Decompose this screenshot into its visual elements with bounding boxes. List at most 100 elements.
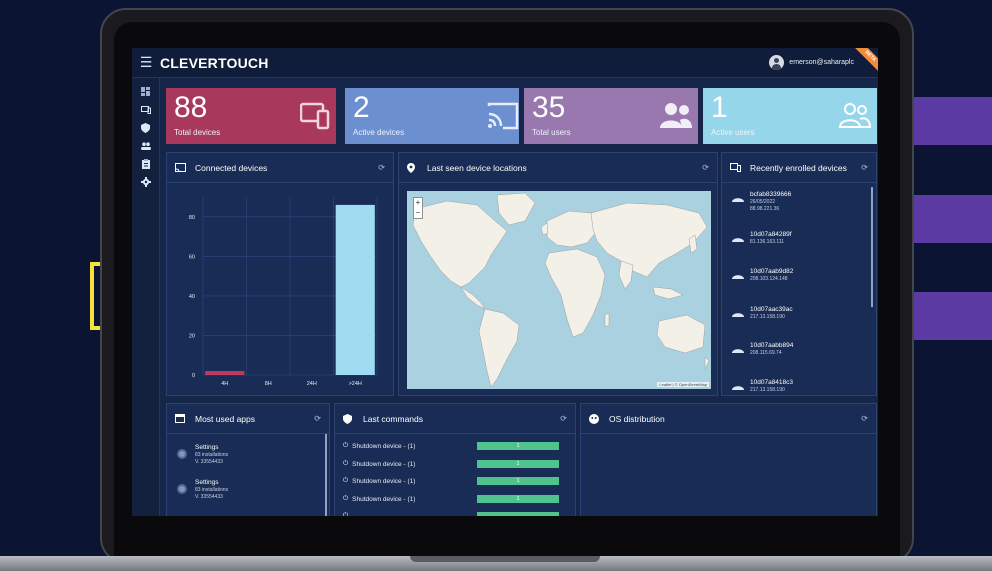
app-window-icon [175,414,189,423]
list-item[interactable]: Settings 83 installations V. 33554433 [177,479,228,500]
settings-icon [140,176,151,187]
list-item[interactable]: Settings 83 installations V. 33554433 [177,444,228,465]
refresh-icon[interactable]: ⟳ [861,163,868,172]
stat-label: Active users [711,128,755,137]
settings-app-icon [177,449,187,459]
app-installs: 83 installations [195,452,229,458]
avatar[interactable] [769,55,785,70]
refresh-icon[interactable]: ⟳ [378,163,385,172]
refresh-icon[interactable]: ⟳ [861,414,868,423]
device-id: 10d07a84289f [750,231,792,238]
x-tick-label: >24H [349,381,362,387]
dashboard-icon [141,87,150,97]
map-pin-icon [407,162,421,173]
sidebar-item-settings[interactable] [132,174,159,189]
power-icon: ⏻ [343,495,349,502]
stat-label: Total devices [174,128,221,137]
command-count-bar: 1 [477,442,559,450]
panel-title: Last commands [363,413,423,424]
panel-title: Connected devices [195,162,268,173]
menu-icon[interactable]: ☰ [132,54,160,71]
stat-card-total-devices[interactable]: 88 Total devices [166,88,336,144]
sidebar [132,78,160,516]
stat-value: 88 [174,91,208,124]
x-tick-label: 4H [221,381,228,387]
stat-value: 35 [532,91,566,124]
list-item[interactable]: bcfab8339666 26/05/2022 88.98.221.36 [732,191,791,213]
connected-devices-panel: Connected devices ⟳ 0 20 40 60 80 4H 8H 24H >24H [166,152,394,396]
panel-title: OS distribution [609,413,665,424]
command-count-bar: 1 [477,495,559,503]
command-row[interactable]: ⏻ Shutdown device - (1) 1 [343,495,563,503]
os-distribution-panel: OS distribution ⟳ [580,403,877,516]
command-label: Shutdown device - (1) [352,442,416,450]
list-item[interactable]: 10d07aabb894 208.115.69.74 [732,342,793,357]
device-id: bcfab8339666 [750,191,792,198]
stat-label: Active devices [353,128,405,137]
scrollbar[interactable] [325,434,327,516]
panel-title: Recently enrolled devices [750,162,847,173]
scrollbar[interactable] [871,187,873,307]
app-name: Settings [195,479,219,486]
stat-value: 1 [711,91,728,124]
list-item[interactable]: 10d07aab9d82 208.103.124.148 [732,268,793,283]
x-tick-label: 24H [307,381,317,387]
y-tick-label: 60 [189,254,195,260]
connected-devices-chart: 0 20 40 60 80 4H 8H 24H >24H [189,197,378,387]
command-row[interactable]: ⏻ Shutdown device - (1) 1 [343,442,563,450]
power-icon: ⏻ [343,442,349,449]
sidebar-item-devices[interactable] [132,102,159,117]
app-installs: 83 installations [195,487,229,493]
y-tick-label: 20 [189,333,195,339]
shield-icon [141,122,150,133]
brand-logo: CLEVERTOUCH [160,54,269,71]
user-menu[interactable]: emerson@saharaplc [769,55,854,70]
device-ip: 217.13.158.190 [750,314,785,320]
command-row[interactable]: ⏻ [343,512,563,516]
command-row[interactable]: ⏻ Shutdown device - (1) 1 [343,477,563,485]
stat-card-total-users[interactable]: 35 Total users [524,88,698,144]
panel-header: Recently enrolled devices ⟳ [722,153,876,183]
stat-card-active-users[interactable]: 1 Active users [703,88,877,144]
top-bar: ☰ CLEVERTOUCH emerson@saharaplc BETA [132,48,878,78]
decorative-bar [912,97,992,145]
y-tick-label: 40 [189,294,195,300]
zoom-in-button[interactable]: + [414,198,422,208]
list-item[interactable]: 10d07aac39ac 217.13.158.190 [732,306,793,321]
command-row[interactable]: ⏻ Shutdown device - (1) 1 [343,460,563,468]
command-count-bar [477,512,559,516]
stat-value: 2 [353,91,370,124]
device-date: 26/05/2022 [750,199,776,205]
map-attribution[interactable]: Leaflet | © OpenStreetMap [657,382,709,387]
most-used-apps-panel: Most used apps ⟳ Settings 83 installation… [166,403,330,516]
x-tick-label: 8H [265,381,272,387]
users-outline-icon [839,103,871,128]
device-id: 10d07aac39ac [750,306,793,313]
users-icon [140,142,151,150]
refresh-icon[interactable]: ⟳ [314,414,321,423]
device-id: 10d07a8418c3 [750,379,794,386]
stat-card-active-devices[interactable]: 2 Active devices [345,88,519,144]
panel-header: OS distribution ⟳ [581,404,876,434]
panel-header: Connected devices ⟳ [167,153,393,183]
sidebar-item-reports[interactable] [132,156,159,171]
refresh-icon[interactable]: ⟳ [560,414,567,423]
settings-app-icon [177,484,187,494]
world-map[interactable]: + − Leaflet | © OpenStreetMap [407,191,711,389]
zoom-out-button[interactable]: − [414,208,422,218]
list-item[interactable]: 10d07a8418c3 217.13.158.190 [732,379,793,394]
devices-icon [730,163,744,172]
list-item[interactable]: 10d07a84289f 81.136.163.111 [732,231,792,246]
device-id: 10d07aab9d82 [750,268,794,275]
cast-icon [175,163,189,172]
sidebar-item-users[interactable] [132,138,159,153]
device-ip: 217.13.158.190 [750,387,785,393]
cast-icon [487,102,519,130]
username[interactable]: emerson@saharaplc [789,59,854,66]
power-icon: ⏻ [343,512,349,516]
refresh-icon[interactable]: ⟳ [702,163,709,172]
sidebar-item-dashboard[interactable] [132,84,159,99]
chart-bar [205,371,245,375]
sidebar-item-security[interactable] [132,120,159,135]
decorative-bar [912,195,992,243]
